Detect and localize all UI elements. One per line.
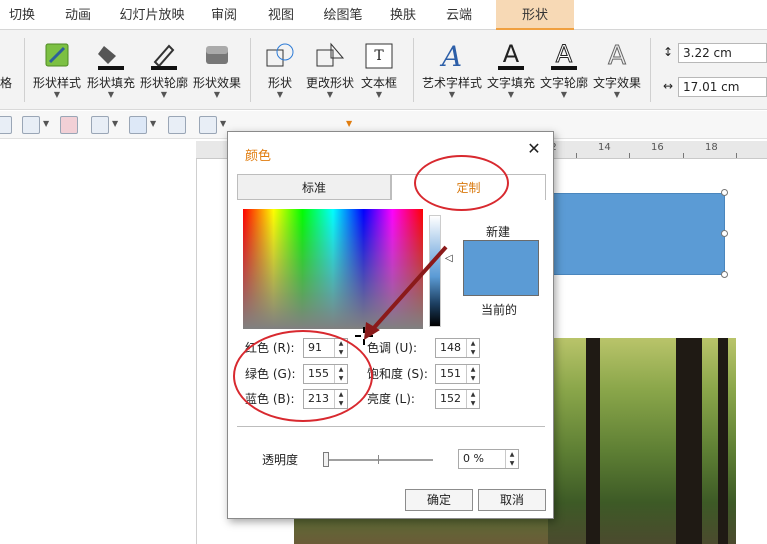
annotation-arrow <box>364 245 448 340</box>
